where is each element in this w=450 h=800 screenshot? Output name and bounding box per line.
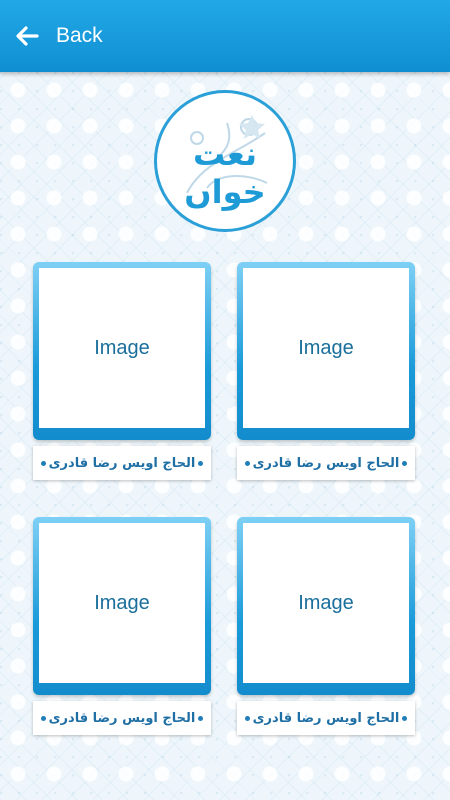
arrow-left-icon [16, 26, 39, 46]
bullet-icon [245, 715, 250, 721]
card-caption: الحاج اویس رضا قادری [33, 701, 211, 735]
bullet-icon [197, 715, 203, 721]
caption-text: الحاج اویس رضا قادری [48, 710, 196, 726]
bullet-icon [401, 460, 407, 466]
card-caption: الحاج اویس رضا قادری [33, 446, 211, 480]
naat-card[interactable]: Image الحاج اویس رضا قادری [33, 262, 211, 480]
card-frame: Image [237, 517, 415, 695]
bullet-icon [41, 460, 46, 466]
card-frame: Image [237, 262, 415, 440]
card-frame: Image [33, 262, 211, 440]
card-image-placeholder: Image [243, 523, 409, 683]
back-button[interactable]: Back [12, 16, 103, 56]
bullet-icon [245, 460, 250, 466]
naat-card[interactable]: Image الحاج اویس رضا قادری [33, 517, 211, 735]
naat-card[interactable]: Image الحاج اویس رضا قادری [237, 517, 415, 735]
back-label: Back [56, 24, 103, 47]
card-image-placeholder: Image [39, 268, 205, 428]
card-image-placeholder: Image [39, 523, 205, 683]
caption-text: الحاج اویس رضا قادری [48, 455, 196, 471]
bullet-icon [401, 715, 407, 721]
app-bar: Back [0, 0, 450, 72]
card-caption: الحاج اویس رضا قادری [237, 446, 415, 480]
card-image-placeholder: Image [243, 268, 409, 428]
card-caption: الحاج اویس رضا قادری [237, 701, 415, 735]
card-frame: Image [33, 517, 211, 695]
caption-text: الحاج اویس رضا قادری [252, 710, 400, 726]
naat-card[interactable]: Image الحاج اویس رضا قادری [237, 262, 415, 480]
caption-text: الحاج اویس رضا قادری [252, 455, 400, 471]
bullet-icon [41, 715, 46, 721]
bullet-icon [197, 460, 203, 466]
logo-title: نعت خواں [184, 135, 266, 211]
naat-khwan-logo: نعت خواں [154, 90, 296, 232]
